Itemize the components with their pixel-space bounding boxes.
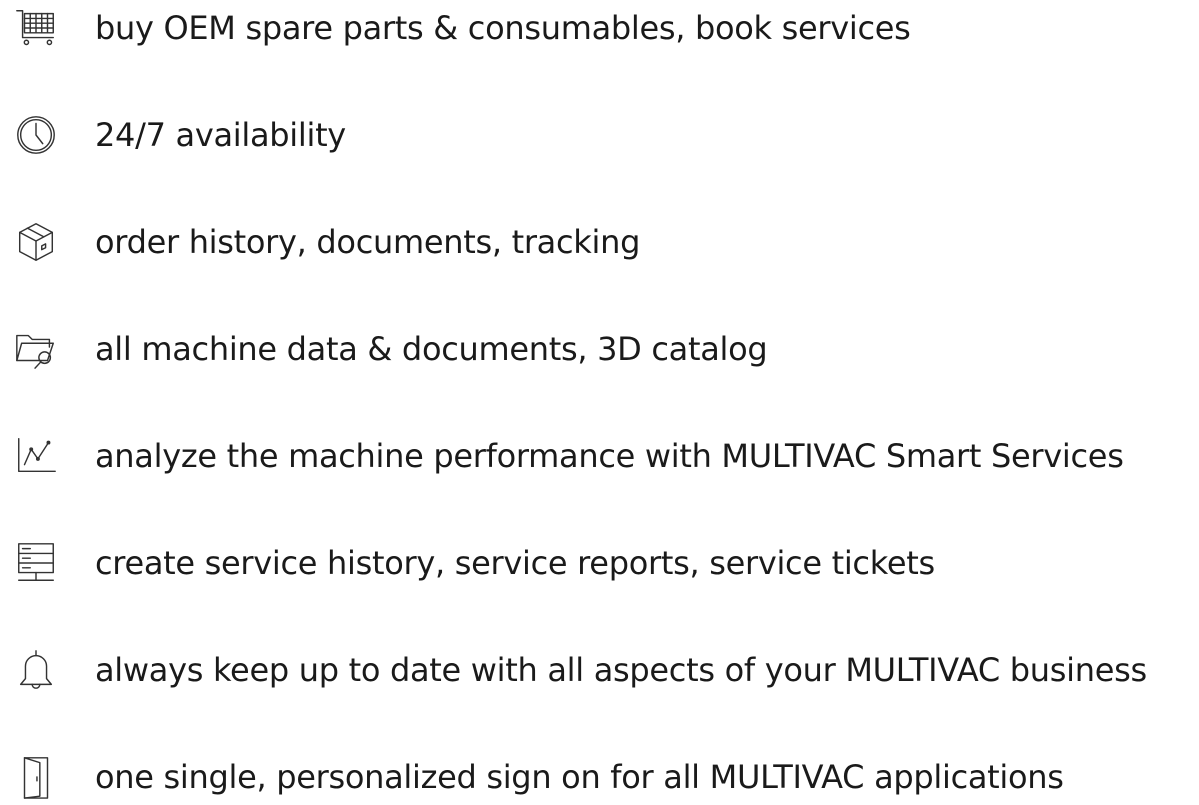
feature-text: analyze the machine performance with MUL… [95,437,1124,475]
feature-text: one single, personalized sign on for all… [95,758,1064,796]
feature-text: all machine data & documents, 3D catalog [95,330,768,368]
feature-item: order history, documents, tracking [0,214,1199,270]
feature-text: 24/7 availability [95,116,346,154]
feature-text: always keep up to date with all aspects … [95,651,1147,689]
feature-item: create service history, service reports,… [0,535,1199,591]
bell-icon [12,646,60,694]
feature-list: buy OEM spare parts & consumables, book … [0,0,1199,800]
feature-item: 24/7 availability [0,107,1199,163]
clock-icon [12,111,60,159]
feature-text: create service history, service reports,… [95,544,935,582]
folder-search-icon [12,325,60,373]
feature-item: buy OEM spare parts & consumables, book … [0,0,1199,56]
feature-text: order history, documents, tracking [95,223,641,261]
package-box-icon [12,218,60,266]
feature-item: always keep up to date with all aspects … [0,642,1199,698]
feature-item: all machine data & documents, 3D catalog [0,321,1199,377]
line-chart-icon [12,432,60,480]
door-icon [12,753,60,801]
shopping-cart-icon [12,4,60,52]
feature-item: one single, personalized sign on for all… [0,749,1199,805]
server-icon [12,539,60,587]
feature-text: buy OEM spare parts & consumables, book … [95,9,911,47]
feature-item: analyze the machine performance with MUL… [0,428,1199,484]
